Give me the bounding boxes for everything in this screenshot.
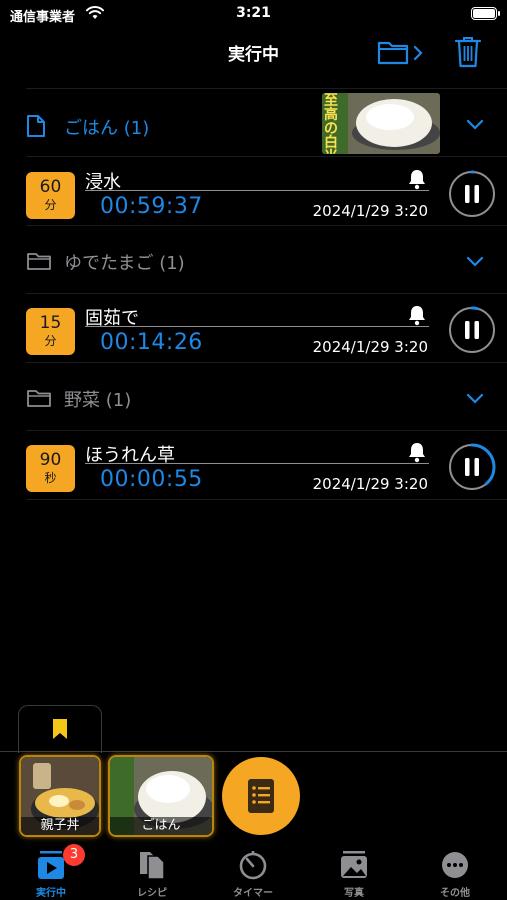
notification-badge: 3 [63, 844, 85, 866]
bell-icon[interactable] [406, 168, 428, 190]
tab-photos[interactable]: 写真 [304, 840, 404, 900]
document-icon [27, 115, 45, 137]
pause-button[interactable] [448, 306, 496, 354]
rice-thumbnail: 至高の白米 [322, 93, 440, 154]
chevron-down-icon[interactable] [466, 392, 484, 404]
page-title: 実行中 [228, 45, 279, 65]
timer-icon [239, 851, 267, 880]
timer-row[interactable]: 15 分 固茹で 00:14:26 2024/1/29 3:20 [0, 296, 507, 362]
time-remaining: 00:14:26 [100, 330, 203, 355]
tab-label: タイマー [233, 888, 273, 899]
thumbnail-text: 至高の白米 [324, 93, 338, 154]
group-header-yasai[interactable]: 野菜 (1) [0, 364, 507, 430]
recipe-card-gohan[interactable]: ごはん [108, 755, 214, 837]
divider [26, 430, 507, 431]
folder-icon [27, 253, 51, 270]
more-icon [442, 852, 468, 878]
tab-bar: 3 実行中 レシピ タイマー 写真 その他 [0, 840, 507, 900]
recipe-book-button[interactable] [222, 757, 300, 835]
dock-divider [0, 751, 507, 752]
status-bar: 通信事業者 3:21 [0, 0, 507, 30]
recipe-card-label: ごはん [110, 817, 212, 835]
duration-badge: 90 秒 [26, 445, 75, 492]
start-time: 2024/1/29 3:20 [312, 475, 428, 493]
timer-row[interactable]: 60 分 浸水 00:59:37 2024/1/29 3:20 [0, 160, 507, 226]
chevron-down-icon[interactable] [466, 255, 484, 267]
tab-label: レシピ [137, 888, 167, 899]
divider [26, 156, 507, 157]
divider [26, 225, 507, 226]
group-title: ゆでたまご [64, 253, 154, 274]
timer-underline [85, 190, 429, 191]
timer-underline [85, 326, 429, 327]
pause-button[interactable] [448, 170, 496, 218]
group-count: (1) [159, 253, 185, 274]
bookmark-icon [53, 719, 67, 739]
start-time: 2024/1/29 3:20 [312, 202, 428, 220]
tab-more[interactable]: その他 [405, 840, 505, 900]
chevron-down-icon[interactable] [466, 118, 484, 130]
group-count: (1) [105, 390, 132, 411]
divider [26, 88, 507, 89]
timer-underline [85, 463, 429, 464]
recipe-card-oyakodon[interactable]: 親子丼 [19, 755, 101, 837]
status-time: 3:21 [236, 5, 271, 21]
start-time: 2024/1/29 3:20 [312, 338, 428, 356]
time-remaining: 00:59:37 [100, 194, 203, 219]
folder-move-icon[interactable] [376, 38, 426, 66]
group-title: 野菜 [64, 390, 100, 411]
group-title: ごはん [64, 118, 118, 139]
tab-label: 実行中 [36, 888, 66, 899]
recipe-book-icon [248, 779, 274, 813]
divider [26, 293, 507, 294]
tab-timer[interactable]: タイマー [203, 840, 303, 900]
bell-icon[interactable] [406, 304, 428, 326]
timer-row[interactable]: 90 秒 ほうれん草 00:00:55 2024/1/29 3:20 [0, 433, 507, 499]
tab-running[interactable]: 3 実行中 [1, 840, 101, 900]
bell-icon[interactable] [406, 441, 428, 463]
group-count: (1) [123, 118, 150, 139]
tab-recipes[interactable]: レシピ [102, 840, 202, 900]
group-header-yudetamago[interactable]: ゆでたまご (1) [0, 227, 507, 293]
documents-icon [140, 852, 165, 880]
duration-badge: 15 分 [26, 308, 75, 355]
tab-label: その他 [440, 888, 470, 899]
divider [26, 362, 507, 363]
battery-icon [471, 7, 500, 20]
play-list-icon [38, 851, 64, 879]
bookmark-tab[interactable] [18, 705, 102, 753]
folder-icon [27, 390, 51, 407]
pause-button[interactable] [448, 443, 496, 491]
recipe-card-label: 親子丼 [21, 817, 99, 835]
trash-icon[interactable] [455, 36, 481, 68]
divider [26, 499, 507, 500]
tab-label: 写真 [344, 888, 364, 899]
photo-icon [341, 851, 367, 878]
time-remaining: 00:00:55 [100, 467, 203, 492]
duration-badge: 60 分 [26, 172, 75, 219]
